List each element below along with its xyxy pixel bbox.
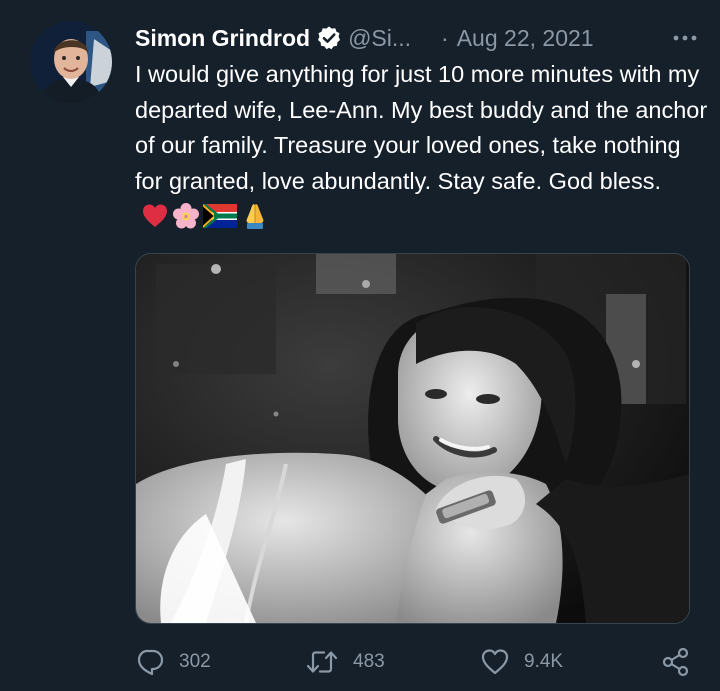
cherry-blossom-icon bbox=[173, 202, 199, 229]
avatar[interactable] bbox=[30, 21, 112, 103]
emoji-group bbox=[141, 201, 270, 231]
reply-button[interactable]: 302 bbox=[135, 645, 211, 679]
tweet-header: Simon Grindrod @Si... · Aug 22, 2021 bbox=[135, 20, 700, 56]
reply-count: 302 bbox=[179, 651, 211, 672]
reply-icon bbox=[137, 649, 164, 676]
retweet-icon bbox=[306, 651, 338, 673]
more-options-icon[interactable] bbox=[670, 20, 700, 56]
like-button[interactable]: 9.4K bbox=[480, 645, 563, 679]
tweet-actions: 302 483 9.4K bbox=[135, 645, 690, 679]
tweet-text: I would give anything for just 10 more m… bbox=[135, 57, 710, 236]
tweet-photo[interactable] bbox=[135, 253, 690, 624]
author-name[interactable]: Simon Grindrod bbox=[135, 25, 310, 52]
share-icon bbox=[662, 647, 689, 677]
tweet-body: I would give anything for just 10 more m… bbox=[135, 61, 708, 195]
verified-badge-icon bbox=[316, 25, 342, 51]
heart-icon bbox=[481, 649, 509, 675]
south-africa-flag-icon bbox=[203, 203, 237, 228]
tweet: Simon Grindrod @Si... · Aug 22, 2021 I w… bbox=[0, 0, 720, 691]
red-heart-icon bbox=[143, 204, 167, 227]
share-button[interactable] bbox=[662, 645, 704, 679]
retweet-count: 483 bbox=[353, 651, 385, 672]
author-handle[interactable]: @Si... bbox=[348, 25, 411, 52]
separator-dot: · bbox=[441, 24, 449, 51]
folded-hands-icon bbox=[246, 203, 264, 229]
retweet-button[interactable]: 483 bbox=[305, 645, 385, 679]
tweet-date[interactable]: Aug 22, 2021 bbox=[457, 25, 594, 52]
like-count: 9.4K bbox=[524, 651, 564, 672]
